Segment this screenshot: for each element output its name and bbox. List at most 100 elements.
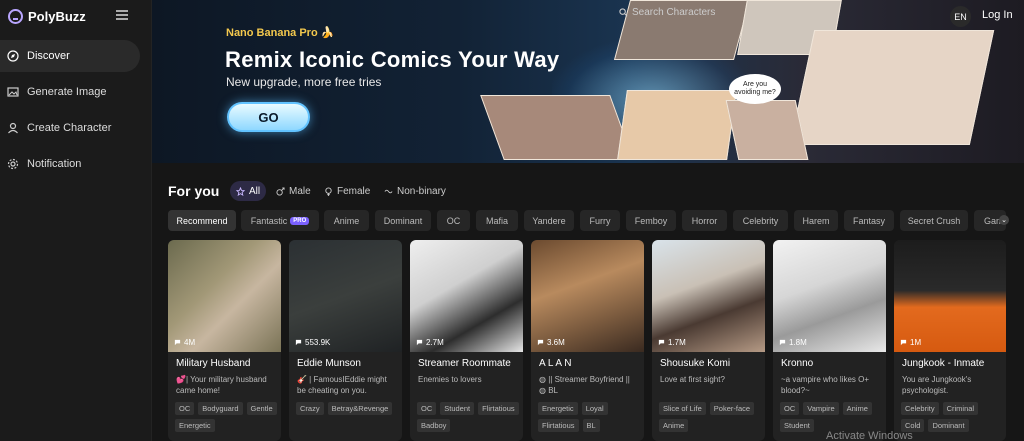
pro-badge: PRO [290, 216, 310, 225]
sidebar-item-label: Discover [27, 50, 70, 62]
card-title: Kronno [781, 358, 814, 369]
tag-chip[interactable]: OC [417, 402, 437, 415]
chat-icon [295, 339, 302, 346]
character-image [289, 240, 402, 352]
card-description: 💕| Your military husband came home! [176, 375, 267, 395]
search-input[interactable]: Search Characters [632, 7, 715, 18]
tag-fantasy[interactable]: Fantasy [844, 210, 894, 231]
tag-chip[interactable]: Loyal [581, 402, 608, 415]
sidebar-item-create-character[interactable]: Create Character [0, 112, 140, 144]
card-tags: Celebrity Criminal Cold Dominant [901, 402, 1005, 432]
tag-chip[interactable]: BL [582, 419, 600, 432]
tag-chip[interactable]: Energetic [175, 419, 215, 432]
compass-icon [7, 50, 19, 62]
card-tags: OC Student Flirtatious Badboy [417, 402, 521, 432]
filter-all[interactable]: All [230, 181, 267, 201]
view-count: 1M [900, 338, 921, 347]
tag-chip[interactable]: Betray&Revenge [327, 402, 393, 415]
card-tags: Slice of Life Poker-face Anime [659, 402, 763, 432]
tag-chip[interactable]: Gentle [246, 402, 277, 415]
user-icon [8, 122, 18, 134]
card-tags: OC Bodyguard Gentle Energetic [175, 402, 279, 432]
filter-female[interactable]: Female [318, 181, 376, 201]
tag-chip[interactable]: Celebrity [901, 402, 939, 415]
card-title: Shousuke Komi [660, 358, 731, 369]
character-card[interactable]: 553.9K Eddie Munson 🎸 | FamousIEddie mig… [289, 240, 402, 441]
character-card[interactable]: 1.7M Shousuke Komi Love at first sight? … [652, 240, 765, 441]
tag-chip[interactable]: Flirtatious [478, 402, 519, 415]
view-count: 553.9K [295, 338, 330, 347]
search-bar[interactable]: Search Characters [619, 7, 715, 18]
tag-furry[interactable]: Furry [580, 210, 620, 231]
comic-panel-image [480, 95, 634, 160]
tag-chip[interactable]: Dominant [928, 419, 969, 432]
tag-fantastic[interactable]: Fantastic PRO [241, 210, 319, 231]
tag-chip[interactable]: Anime [842, 402, 872, 415]
language-button[interactable]: EN [950, 6, 971, 27]
app-logo[interactable]: PolyBuzz [8, 8, 86, 24]
filter-male[interactable]: Male [270, 181, 317, 201]
view-count: 1.7M [658, 338, 686, 347]
tag-chip[interactable]: OC [175, 402, 195, 415]
login-button[interactable]: Log In [982, 9, 1013, 21]
tag-yandere[interactable]: Yandere [524, 210, 574, 231]
sidebar-item-discover[interactable]: Discover [0, 40, 140, 72]
tag-mafia[interactable]: Mafia [476, 210, 518, 231]
sidebar-item-label: Generate Image [27, 86, 107, 98]
tag-chip[interactable]: Flirtatious [538, 419, 579, 432]
sidebar: PolyBuzz Discover Generate Image Create … [0, 0, 152, 441]
tag-chip[interactable]: Student [780, 419, 814, 432]
tag-celebrity[interactable]: Celebrity [733, 210, 788, 231]
tag-secret-crush[interactable]: Secret Crush [900, 210, 968, 231]
view-count: 3.6M [537, 338, 565, 347]
collapse-sidebar-icon[interactable] [116, 10, 128, 20]
chevron-down-icon[interactable]: ⌄ [999, 215, 1009, 225]
tag-chip[interactable]: Slice of Life [659, 402, 706, 415]
tag-chip[interactable]: Crazy [296, 402, 324, 415]
tag-femboy[interactable]: Femboy [626, 210, 676, 231]
card-description: Love at first sight? [660, 375, 725, 384]
character-card[interactable]: 3.6M A L A N ◍ || Streamer Boyfriend || … [531, 240, 644, 441]
card-tags: Energetic Loyal Flirtatious BL [538, 402, 642, 432]
filter-non-binary[interactable]: Non-binary [378, 181, 452, 201]
tag-oc[interactable]: OC [437, 210, 470, 231]
character-image [894, 240, 1006, 352]
chat-icon [658, 339, 665, 346]
go-button[interactable]: GO [227, 102, 310, 132]
character-card[interactable]: 2.7M Streamer Roommate Enemies to lovers… [410, 240, 523, 441]
view-count: 4M [174, 338, 195, 347]
tag-chip[interactable]: Poker-face [709, 402, 755, 415]
sidebar-item-notification[interactable]: Notification [0, 148, 140, 180]
tag-harem[interactable]: Harem [794, 210, 838, 231]
tag-chip[interactable]: Anime [659, 419, 689, 432]
chat-icon [537, 339, 544, 346]
card-description: ~a vampire who likes O+ blood?~ [781, 375, 870, 395]
tag-dominant[interactable]: Dominant [375, 210, 431, 231]
tag-chip[interactable]: OC [780, 402, 800, 415]
character-image [773, 240, 886, 352]
tag-anime[interactable]: Anime [324, 210, 369, 231]
chat-icon [779, 339, 786, 346]
tag-chip[interactable]: Criminal [942, 402, 979, 415]
gear-icon [7, 158, 19, 170]
card-description: ◍ || Streamer Boyfriend || ◍ BL [539, 375, 630, 395]
sidebar-item-label: Create Character [27, 122, 112, 134]
tag-horror[interactable]: Horror [682, 210, 727, 231]
comic-panel-image [617, 90, 737, 160]
sidebar-item-generate-image[interactable]: Generate Image [0, 76, 140, 108]
character-card[interactable]: 1M Jungkook - Inmate You are Jungkook's … [894, 240, 1006, 441]
tag-chip[interactable]: Vampire [803, 402, 839, 415]
tag-chip[interactable]: Student [440, 402, 475, 415]
male-icon [276, 186, 285, 196]
polybuzz-logo-icon [8, 8, 23, 24]
tag-chip[interactable]: Bodyguard [198, 402, 243, 415]
female-icon [325, 186, 332, 196]
tag-chip[interactable]: Badboy [417, 419, 451, 432]
banner-subtitle: New upgrade, more free tries [226, 75, 382, 89]
character-card[interactable]: 1.8M Kronno ~a vampire who likes O+ bloo… [773, 240, 886, 441]
character-card[interactable]: 4M Military Husband 💕| Your military hus… [168, 240, 281, 441]
character-image [652, 240, 765, 352]
promo-banner[interactable]: Are you avoiding me? Search Characters E… [152, 0, 1024, 163]
tag-chip[interactable]: Energetic [538, 402, 578, 415]
tag-recommend[interactable]: Recommend [168, 210, 236, 231]
